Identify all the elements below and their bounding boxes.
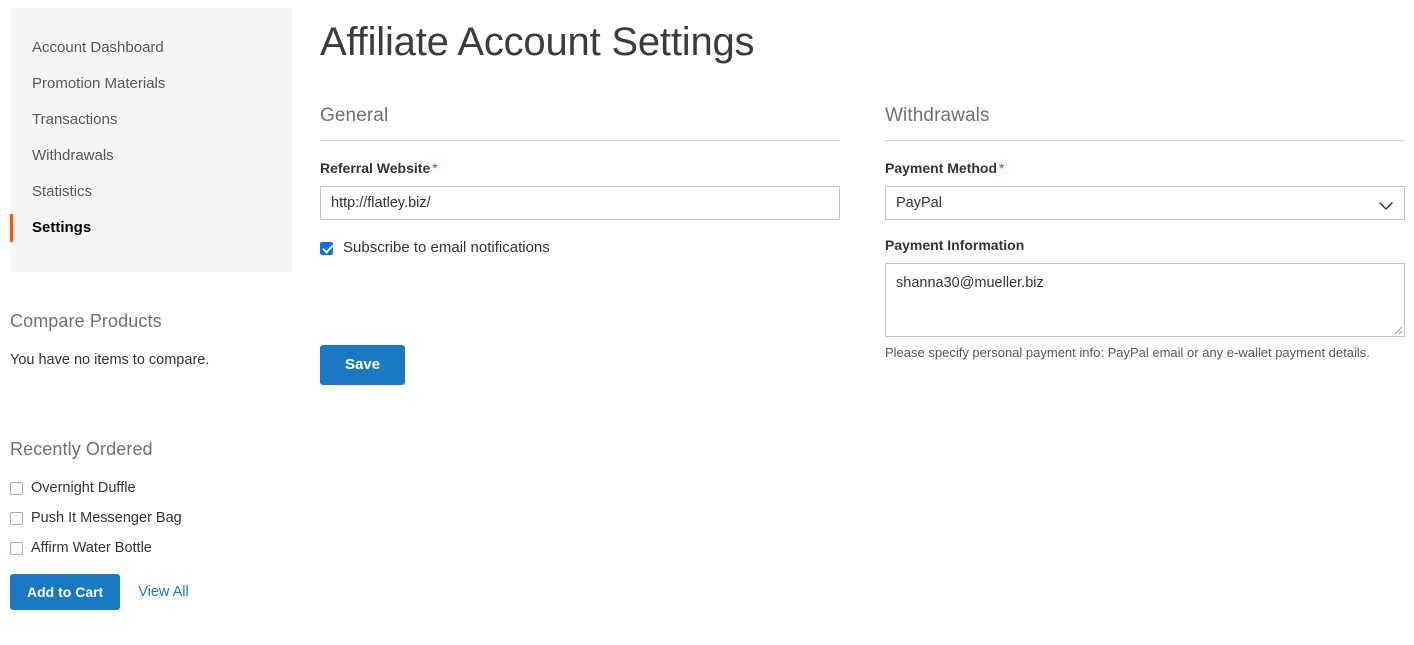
sidebar-item-label: Settings xyxy=(32,219,92,236)
form-actions: Save xyxy=(320,345,406,385)
subscribe-email-notifications-checkbox[interactable] xyxy=(320,241,333,255)
payment-information-note: Please specify personal payment info: Pa… xyxy=(885,345,1370,360)
recently-ordered-title: Recently Ordered xyxy=(10,439,153,459)
recently-ordered-block: Recently Ordered Overnight Duffle Push I… xyxy=(10,438,292,610)
payment-method-label-text: Payment Method xyxy=(885,160,998,176)
payment-method-select[interactable]: PayPal xyxy=(885,186,1405,220)
list-item[interactable]: Affirm Water Bottle xyxy=(10,538,292,558)
sidebar-item-withdrawals[interactable]: Withdrawals xyxy=(10,138,292,174)
withdrawals-legend: Withdrawals xyxy=(885,104,1405,141)
list-item[interactable]: Overnight Duffle xyxy=(10,478,292,498)
account-navigation: Account Dashboard Promotion Materials Tr… xyxy=(10,8,292,272)
sidebar-item-label: Statistics xyxy=(32,183,93,200)
product-name: Affirm Water Bottle xyxy=(31,540,152,556)
compare-products-block: Compare Products You have no items to co… xyxy=(10,310,292,370)
compare-products-empty-text: You have no items to compare. xyxy=(10,352,210,368)
sidebar-item-statistics[interactable]: Statistics xyxy=(10,174,292,210)
sidebar-item-label: Promotion Materials xyxy=(32,75,166,92)
product-checkbox-push-it-messenger-bag[interactable] xyxy=(10,511,23,525)
payment-method-select-wrapper: PayPal xyxy=(885,186,1405,220)
save-button[interactable]: Save xyxy=(320,345,406,385)
withdrawals-fieldset: Withdrawals Payment Method * PayPal Paym… xyxy=(885,104,1405,377)
general-fieldset: General Referral Website* Subscribe to e… xyxy=(320,104,840,258)
product-checkbox-overnight-duffle[interactable] xyxy=(10,481,23,495)
payment-information-label: Payment Information xyxy=(885,237,1025,253)
required-marker: * xyxy=(432,160,438,176)
required-marker: * xyxy=(999,160,1005,176)
product-name: Overnight Duffle xyxy=(31,480,136,496)
referral-website-label-text: Referral Website xyxy=(320,160,431,176)
sidebar-item-promotion-materials[interactable]: Promotion Materials xyxy=(10,66,292,102)
main-content: Affiliate Account Settings General Refer… xyxy=(320,0,1414,645)
payment-method-label: Payment Method * xyxy=(885,159,1405,177)
subscribe-email-notifications-row[interactable]: Subscribe to email notifications xyxy=(320,238,840,258)
sidebar: Account Dashboard Promotion Materials Tr… xyxy=(0,0,300,645)
product-name: Push It Messenger Bag xyxy=(31,510,182,526)
view-all-link[interactable]: View All xyxy=(138,584,189,600)
referral-website-field: Referral Website * xyxy=(320,159,840,220)
subscribe-email-notifications-label: Subscribe to email notifications xyxy=(343,239,550,256)
sidebar-item-account-dashboard[interactable]: Account Dashboard xyxy=(10,30,292,66)
recently-ordered-actions: Add to Cart View All xyxy=(10,574,292,610)
product-checkbox-affirm-water-bottle[interactable] xyxy=(10,541,23,555)
add-to-cart-button[interactable]: Add to Cart xyxy=(10,574,121,610)
sidebar-item-label: Withdrawals xyxy=(32,147,114,164)
page-title: Affiliate Account Settings xyxy=(320,20,755,64)
referral-website-label: Referral Website * xyxy=(320,159,840,177)
referral-website-input[interactable] xyxy=(320,186,840,220)
sidebar-item-label: Transactions xyxy=(32,111,118,128)
payment-information-field: Payment Information shanna30@mueller.biz… xyxy=(885,236,1405,361)
sidebar-item-settings[interactable]: Settings xyxy=(10,210,292,246)
payment-information-textarea[interactable]: shanna30@mueller.biz xyxy=(885,263,1405,337)
sidebar-item-label: Account Dashboard xyxy=(32,39,164,56)
compare-products-title: Compare Products xyxy=(10,311,162,331)
payment-method-field: Payment Method * PayPal xyxy=(885,159,1405,220)
list-item[interactable]: Push It Messenger Bag xyxy=(10,508,292,528)
sidebar-item-transactions[interactable]: Transactions xyxy=(10,102,292,138)
general-legend: General xyxy=(320,104,840,141)
payment-information-textarea-wrapper: shanna30@mueller.biz xyxy=(885,263,1405,337)
